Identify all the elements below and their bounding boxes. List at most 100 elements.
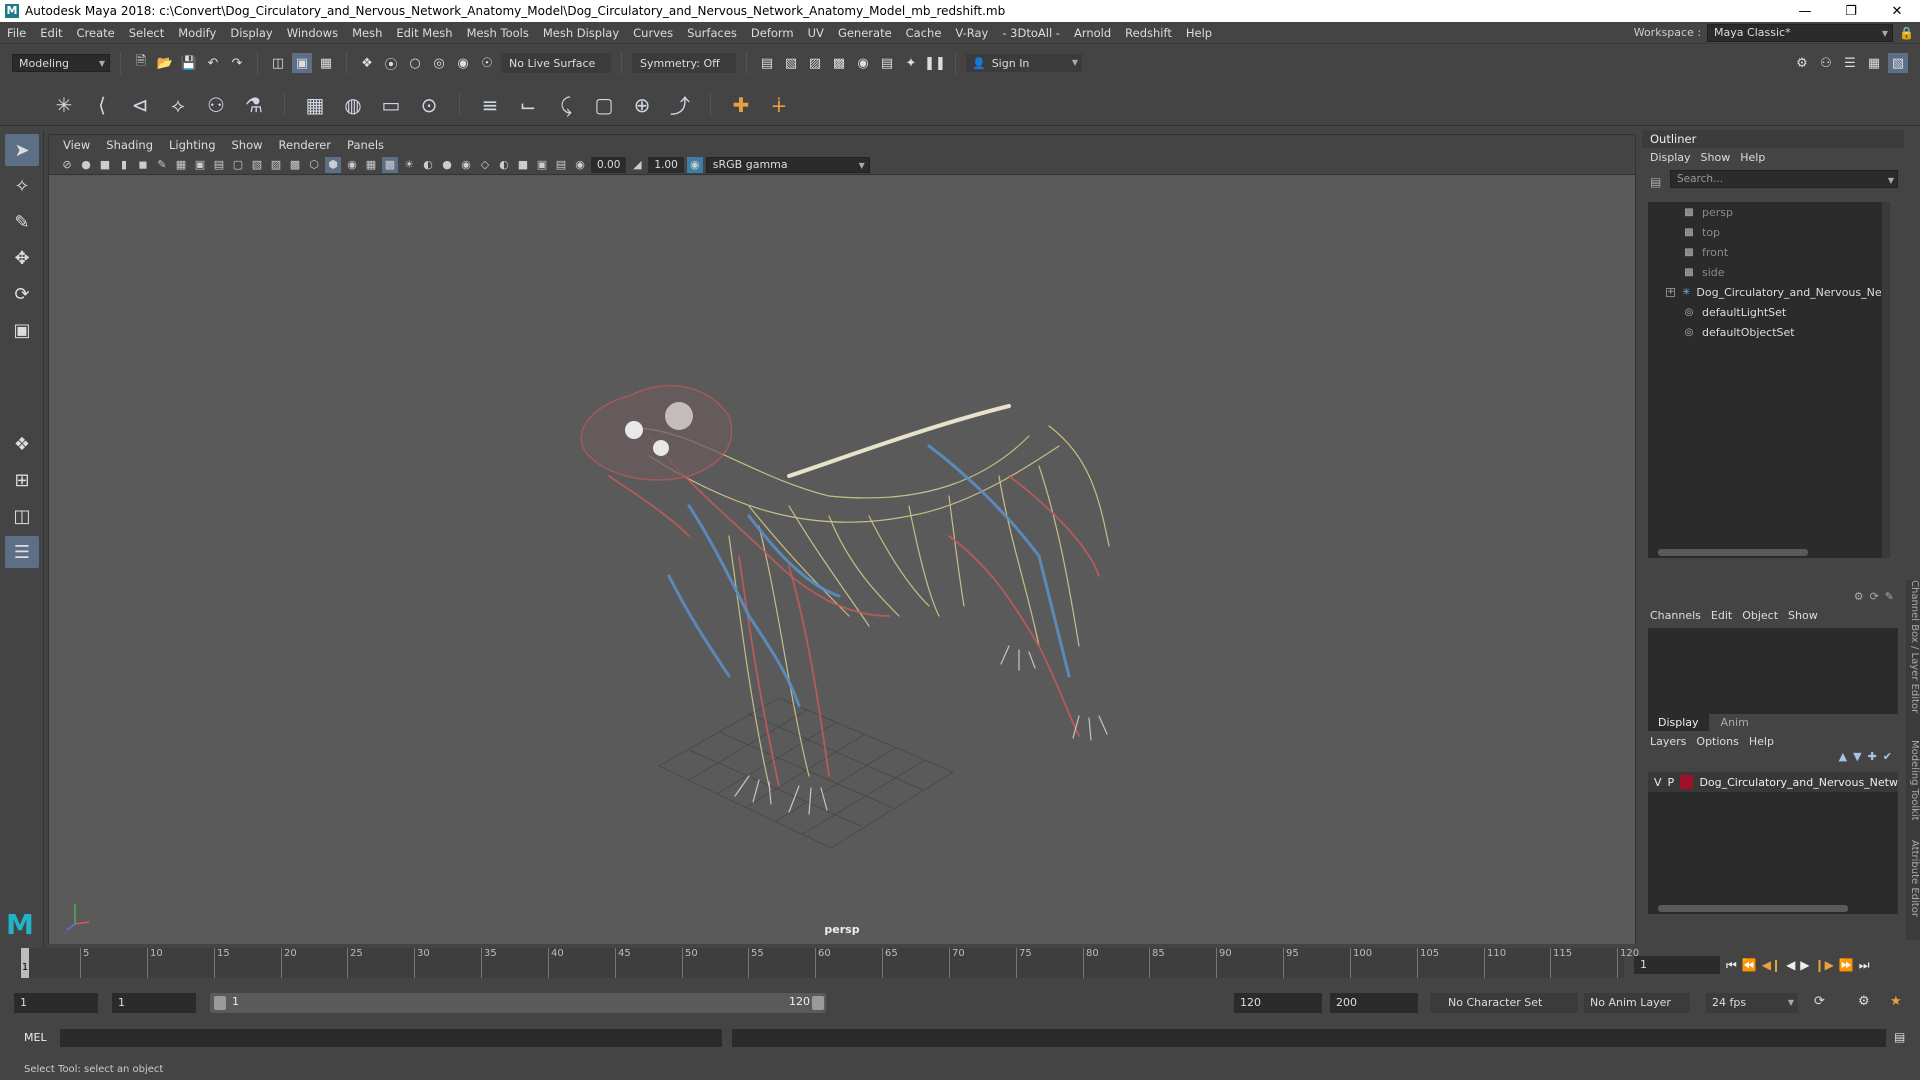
isolate-select-icon[interactable]: ■ bbox=[515, 157, 531, 173]
scene-end-field[interactable]: 200 bbox=[1330, 993, 1418, 1013]
curve-warp-icon[interactable]: ⟡ bbox=[164, 91, 192, 119]
snap-live-icon[interactable]: ☉ bbox=[477, 53, 497, 73]
layers-menu-options[interactable]: Options bbox=[1694, 735, 1746, 748]
outliner-item-front[interactable]: ▩ front bbox=[1648, 242, 1890, 262]
layer-visibility-toggle[interactable]: V bbox=[1654, 776, 1662, 789]
script-language-label[interactable]: MEL bbox=[24, 1031, 47, 1044]
exposure-field[interactable]: 0.00 bbox=[591, 156, 627, 173]
menu-edit-mesh[interactable]: Edit Mesh bbox=[389, 26, 459, 40]
menu-mesh[interactable]: Mesh bbox=[345, 26, 389, 40]
range-slider[interactable]: 1 120 bbox=[210, 993, 826, 1013]
go-to-start-icon[interactable]: ⏮ bbox=[1726, 958, 1737, 973]
paint-select-tool-icon[interactable]: ✎ bbox=[5, 206, 39, 238]
2d-pan-zoom-icon[interactable]: ◼ bbox=[135, 157, 151, 173]
constraint-parent-icon[interactable]: ≡ bbox=[476, 91, 504, 119]
channel-edit-icon[interactable]: ✎ bbox=[1885, 590, 1894, 606]
channels-menu-channels[interactable]: Channels bbox=[1648, 609, 1709, 622]
step-forward-key-icon[interactable]: ⏩ bbox=[1839, 958, 1854, 972]
side-tab-modeling-toolkit[interactable]: Modeling Toolkit bbox=[1906, 740, 1920, 821]
auto-key-icon[interactable]: ⚙ bbox=[1858, 994, 1870, 1009]
paint-weights-icon[interactable]: ◍ bbox=[339, 91, 367, 119]
move-layer-up-icon[interactable]: ▲ bbox=[1839, 750, 1847, 766]
ipr-render-icon[interactable]: ▨ bbox=[805, 53, 825, 73]
select-component-icon[interactable]: ▦ bbox=[316, 53, 336, 73]
menu-redshift[interactable]: Redshift bbox=[1118, 26, 1179, 40]
menu-generate[interactable]: Generate bbox=[831, 26, 899, 40]
camera-attributes-icon[interactable]: ● bbox=[78, 157, 94, 173]
bind-skin-icon[interactable]: ▦ bbox=[301, 91, 329, 119]
menu-help[interactable]: Help bbox=[1179, 26, 1219, 40]
layers-menu-help[interactable]: Help bbox=[1747, 735, 1782, 748]
snap-view-plane-icon[interactable]: ◎ bbox=[429, 53, 449, 73]
snap-grid-icon[interactable]: ❖ bbox=[357, 53, 377, 73]
workspace-dropdown[interactable]: Maya Classic* ▼ bbox=[1707, 23, 1894, 42]
layers-menu-layers[interactable]: Layers bbox=[1648, 735, 1694, 748]
single-perspective-layout-icon[interactable]: ❖ bbox=[5, 428, 39, 460]
playback-start-field[interactable]: 1 bbox=[112, 993, 196, 1013]
exposure-icon[interactable]: ◉ bbox=[572, 157, 588, 173]
gamma-icon[interactable]: ◢ bbox=[629, 157, 645, 173]
tab-anim[interactable]: Anim bbox=[1711, 714, 1759, 731]
light-editor-icon[interactable]: ✦ bbox=[901, 53, 921, 73]
play-backward-icon[interactable]: ◀ bbox=[1786, 958, 1795, 972]
lattice-icon[interactable]: ▭ bbox=[377, 91, 405, 119]
menu-surfaces[interactable]: Surfaces bbox=[680, 26, 744, 40]
modeling-toolkit-icon[interactable]: ⚙ bbox=[1792, 53, 1812, 73]
render-frame-icon[interactable]: ▧ bbox=[781, 53, 801, 73]
vp-menu-shading[interactable]: Shading bbox=[98, 138, 161, 152]
outliner-item-defaultobjectset[interactable]: ◎ defaultObjectSet bbox=[1648, 322, 1890, 342]
attribute-editor-icon[interactable]: ☰ bbox=[1840, 53, 1860, 73]
use-all-lights-icon[interactable]: ☀ bbox=[401, 157, 417, 173]
render-view-icon[interactable]: ▤ bbox=[757, 53, 777, 73]
quick-rig-icon[interactable]: ⚗ bbox=[240, 91, 268, 119]
symmetry-dropdown[interactable]: Symmetry: Off bbox=[632, 53, 736, 73]
range-start-handle[interactable] bbox=[214, 996, 226, 1010]
depth-of-field-icon[interactable]: ◐ bbox=[496, 157, 512, 173]
constraint-orient-icon[interactable]: ⤹ bbox=[552, 91, 580, 119]
channels-menu-object[interactable]: Object bbox=[1740, 609, 1786, 622]
menu-display[interactable]: Display bbox=[223, 26, 279, 40]
outliner-hscrollbar[interactable] bbox=[1658, 549, 1808, 556]
filter-icon[interactable]: ▤ bbox=[1650, 175, 1661, 189]
vp-menu-renderer[interactable]: Renderer bbox=[271, 138, 340, 152]
image-plane-icon[interactable]: ▮ bbox=[116, 157, 132, 173]
play-forward-icon[interactable]: ▶ bbox=[1800, 958, 1809, 972]
current-frame-field[interactable]: 1 bbox=[1634, 956, 1720, 974]
menu-file[interactable]: File bbox=[0, 26, 33, 40]
sign-in-dropdown[interactable]: 👤 Sign In ▼ bbox=[966, 54, 1082, 72]
xray-joints-icon[interactable]: ▣ bbox=[534, 157, 550, 173]
xray-active-icon[interactable]: ▤ bbox=[553, 157, 569, 173]
color-management-icon[interactable]: ◉ bbox=[686, 156, 703, 173]
live-surface-field[interactable]: No Live Surface bbox=[501, 53, 611, 73]
step-back-frame-icon[interactable]: ◀❙ bbox=[1762, 958, 1781, 972]
anim-layer-dropdown[interactable]: No Anim Layer bbox=[1584, 993, 1690, 1013]
step-back-key-icon[interactable]: ⏪ bbox=[1742, 958, 1757, 972]
lasso-tool-icon[interactable]: ✧ bbox=[5, 170, 39, 202]
lock-icon[interactable]: 🔒 bbox=[1899, 26, 1914, 40]
hypershade-icon[interactable]: ◉ bbox=[853, 53, 873, 73]
wireframe-on-shaded-icon[interactable]: ◉ bbox=[344, 157, 360, 173]
snap-surface-icon[interactable]: ◉ bbox=[453, 53, 473, 73]
channel-key-icon[interactable]: ⚙ bbox=[1854, 590, 1864, 606]
anti-aliasing-icon[interactable]: ◇ bbox=[477, 157, 493, 173]
fps-dropdown[interactable]: 24 fps ▼ bbox=[1706, 993, 1798, 1013]
snap-point-icon[interactable]: ○ bbox=[405, 53, 425, 73]
select-hierarchy-icon[interactable]: ◫ bbox=[268, 53, 288, 73]
menu-vray[interactable]: V-Ray bbox=[948, 26, 995, 40]
gate-mask-icon[interactable]: ▢ bbox=[230, 157, 246, 173]
channel-refresh-icon[interactable]: ⟳ bbox=[1870, 590, 1879, 606]
rotate-tool-icon[interactable]: ⟳ bbox=[5, 278, 39, 310]
resolution-gate-icon[interactable]: ▤ bbox=[211, 157, 227, 173]
anim-preferences-icon[interactable]: ★ bbox=[1890, 994, 1902, 1009]
command-input[interactable] bbox=[60, 1029, 722, 1047]
loop-icon[interactable]: ⟳ bbox=[1814, 994, 1825, 1009]
joint-tool-icon[interactable]: ✳ bbox=[50, 91, 78, 119]
close-button[interactable]: ✕ bbox=[1874, 0, 1920, 22]
menu-3dtoall[interactable]: - 3DtoAll - bbox=[995, 26, 1067, 40]
menu-arnold[interactable]: Arnold bbox=[1067, 26, 1118, 40]
channels-menu-edit[interactable]: Edit bbox=[1709, 609, 1740, 622]
pause-viewport-icon[interactable]: ❚❚ bbox=[924, 53, 946, 73]
set-driven-key-icon[interactable]: ∔ bbox=[765, 91, 793, 119]
menu-mesh-tools[interactable]: Mesh Tools bbox=[460, 26, 536, 40]
scene-start-field[interactable]: 1 bbox=[14, 993, 98, 1013]
